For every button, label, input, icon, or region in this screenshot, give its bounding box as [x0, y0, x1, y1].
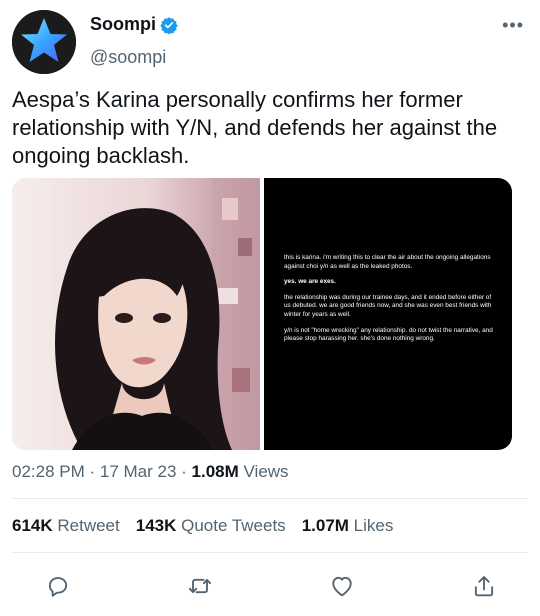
quote-tweets-stat[interactable]: 143K Quote Tweets	[136, 516, 286, 536]
avatar[interactable]	[12, 10, 76, 74]
likes-count: 1.07M	[301, 516, 349, 535]
tweet-date[interactable]: 17 Mar 23	[100, 462, 177, 481]
star-logo-icon	[12, 10, 76, 74]
views-count: 1.08M	[191, 462, 239, 481]
divider	[12, 552, 528, 553]
tweet-meta: 02:28 PM · 17 Mar 23 · 1.08M Views	[12, 462, 289, 482]
like-icon[interactable]	[328, 572, 356, 600]
views-label: Views	[238, 462, 289, 481]
display-name[interactable]: Soompi	[90, 14, 178, 35]
portrait-photo[interactable]	[12, 178, 260, 450]
statement-paragraph-1: this is karina. i'm writing this to clea…	[284, 254, 491, 270]
retweets-label: Retweet	[52, 516, 120, 535]
meta-separator: ·	[176, 462, 192, 481]
tweet-stats: 614K Retweet 143K Quote Tweets 1.07M Lik…	[12, 516, 393, 536]
tweet-header: Soompi @soompi •••	[12, 10, 528, 74]
retweets-count: 614K	[12, 516, 53, 535]
statement-paragraph-3: the relationship was during our trainee …	[284, 293, 492, 318]
reply-icon[interactable]	[44, 572, 72, 600]
retweet-icon[interactable]	[186, 572, 214, 600]
tweet-text: Aespa’s Karina personally confirms her f…	[12, 87, 498, 168]
divider	[12, 498, 528, 499]
statement-paragraph-4: y/n is not "home wrecking" any relations…	[284, 326, 493, 343]
retweets-stat[interactable]: 614K Retweet	[12, 516, 120, 536]
statement-paragraph-2: yes. we are exes.	[284, 278, 336, 286]
meta-separator: ·	[84, 462, 100, 481]
display-name-text: Soompi	[90, 14, 156, 34]
quote-tweets-count: 143K	[135, 516, 177, 535]
quote-tweets-label: Quote Tweets	[176, 516, 286, 535]
likes-label: Likes	[348, 516, 394, 535]
statement-image[interactable]: this is karina. i'm writing this to clea…	[264, 178, 512, 450]
likes-stat[interactable]: 1.07M Likes	[302, 516, 394, 536]
portrait-illustration	[12, 178, 260, 450]
more-options-icon[interactable]: •••	[502, 16, 524, 34]
account-info: Soompi @soompi	[90, 14, 178, 68]
tweet-media: this is karina. i'm writing this to clea…	[12, 178, 512, 450]
account-handle[interactable]: @soompi	[90, 47, 178, 68]
verified-badge-icon	[160, 16, 178, 34]
share-icon[interactable]	[470, 572, 498, 600]
tweet-time[interactable]: 02:28 PM	[12, 462, 85, 481]
tweet-actions	[0, 566, 540, 606]
